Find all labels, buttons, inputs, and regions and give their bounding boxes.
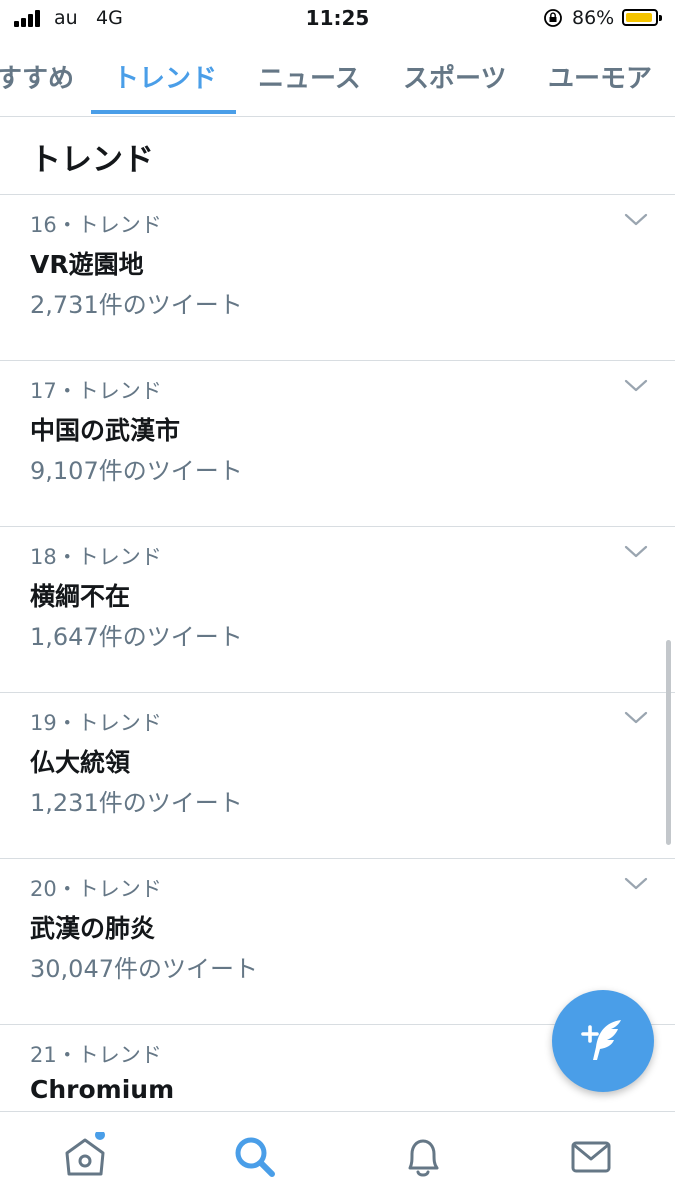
battery-icon [622, 9, 662, 26]
chevron-down-icon[interactable] [622, 873, 650, 893]
bottom-navigation [0, 1111, 675, 1201]
home-icon[interactable] [60, 1132, 110, 1182]
orientation-lock-icon [544, 9, 562, 27]
compose-tweet-icon [581, 1020, 621, 1060]
trend-name: 武漢の肺炎 [30, 914, 156, 943]
trend-tweet-count: 1,231件のツイート [30, 789, 243, 817]
section-title: トレンド [30, 142, 154, 178]
trend-name: 中国の武漢市 [30, 416, 181, 445]
trend-rank: 18・トレンド [30, 545, 162, 569]
trend-item[interactable]: 16・トレンド VR遊園地 2,731件のツイート [0, 195, 675, 361]
chevron-down-icon[interactable] [622, 707, 650, 727]
scrollbar[interactable] [666, 640, 671, 845]
chevron-down-icon[interactable] [622, 375, 650, 395]
trend-tweet-count: 1,647件のツイート [30, 623, 243, 651]
tab-trends[interactable]: トレンド [113, 58, 217, 95]
trend-item[interactable]: 19・トレンド 仏大統領 1,231件のツイート [0, 693, 675, 859]
compose-tweet-button[interactable] [552, 990, 654, 1092]
trend-rank: 19・トレンド [30, 711, 162, 735]
trend-rank: 16・トレンド [30, 213, 162, 237]
trend-rank: 20・トレンド [30, 877, 162, 901]
search-icon[interactable] [229, 1132, 279, 1182]
mail-icon[interactable] [566, 1132, 616, 1182]
tab-recommended[interactable]: すすめ [0, 58, 74, 95]
chevron-down-icon[interactable] [622, 541, 650, 561]
trend-rank: 17・トレンド [30, 379, 162, 403]
status-bar: au 4G 11:25 86% [0, 0, 675, 38]
trend-rank: 21・トレンド [30, 1043, 162, 1067]
trend-name: VR遊園地 [30, 250, 144, 279]
tab-humor[interactable]: ユーモア [548, 58, 652, 95]
explore-tab-bar: すすめ トレンド ニュース スポーツ ユーモア [0, 40, 675, 117]
trend-tweet-count: 9,107件のツイート [30, 457, 243, 485]
trend-tweet-count: 30,047件のツイート [30, 955, 258, 983]
tab-sports[interactable]: スポーツ [403, 58, 506, 95]
chevron-down-icon[interactable] [622, 209, 650, 229]
trend-item[interactable]: 18・トレンド 横綱不在 1,647件のツイート [0, 527, 675, 693]
notification-dot [95, 1132, 105, 1140]
trend-name: 仏大統領 [30, 748, 131, 777]
tab-news[interactable]: ニュース [258, 58, 361, 95]
trend-name: Chromium [30, 1075, 175, 1104]
trend-item[interactable]: 17・トレンド 中国の武漢市 9,107件のツイート [0, 361, 675, 527]
bell-icon[interactable] [398, 1132, 448, 1182]
trend-name: 横綱不在 [30, 582, 131, 611]
battery-percent: 86% [572, 7, 615, 29]
active-tab-indicator [91, 110, 236, 114]
trend-tweet-count: 2,731件のツイート [30, 291, 243, 319]
